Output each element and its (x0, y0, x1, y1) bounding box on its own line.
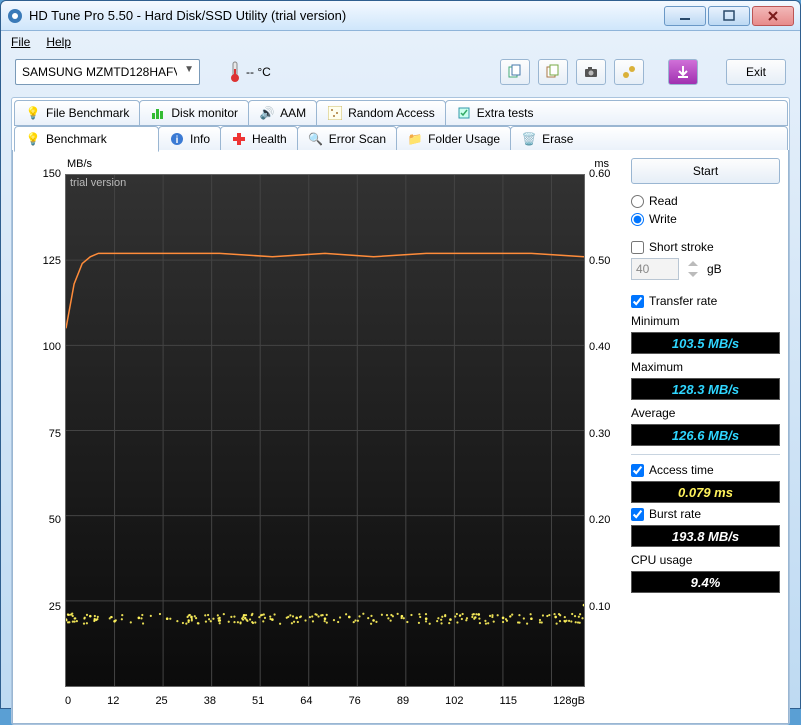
info-icon: i (169, 131, 185, 147)
menu-file[interactable]: File (11, 35, 30, 49)
average-value: 126.6 MB/s (631, 424, 780, 446)
thermometer-icon (228, 61, 242, 83)
tab-folder-usage[interactable]: 📁Folder Usage (396, 126, 511, 152)
y-ticks-right: 0.600.500.400.300.200.10 (589, 168, 621, 687)
maximum-label: Maximum (631, 360, 780, 374)
copy-screenshot-button[interactable] (538, 59, 568, 85)
tab-erase[interactable]: 🗑️Erase (510, 126, 788, 152)
plot-area: trial version (65, 174, 585, 687)
tab-aam[interactable]: 🔊AAM (248, 100, 317, 126)
tab-health[interactable]: Health (220, 126, 298, 152)
cpu-usage-value: 9.4% (631, 571, 780, 593)
burst-rate-value: 193.8 MB/s (631, 525, 780, 547)
trash-icon: 🗑️ (521, 131, 537, 147)
temperature-value: -- °C (246, 65, 271, 79)
average-label: Average (631, 406, 780, 420)
app-icon (7, 8, 23, 24)
short-stroke-label: Short stroke (649, 240, 714, 254)
access-time-checkbox[interactable] (631, 464, 644, 477)
benchmark-chart: MB/s ms 150125100755025 0.600.500.400.30… (21, 158, 621, 715)
tab-benchmark[interactable]: 💡Benchmark (14, 126, 159, 152)
start-button[interactable]: Start (631, 158, 780, 184)
stroke-unit: gB (707, 262, 722, 276)
burst-rate-checkbox[interactable] (631, 508, 644, 521)
tab-random-access[interactable]: Random Access (316, 100, 446, 126)
menu-help[interactable]: Help (46, 35, 71, 49)
close-button[interactable] (752, 6, 794, 26)
screenshot-button[interactable] (576, 59, 606, 85)
tab-file-benchmark[interactable]: 💡File Benchmark (14, 100, 140, 126)
short-stroke-value (631, 258, 679, 280)
tab-info[interactable]: iInfo (158, 126, 221, 152)
speaker-icon: 🔊 (259, 105, 275, 121)
write-label: Write (649, 212, 677, 226)
short-stroke-checkbox[interactable] (631, 241, 644, 254)
maximize-button[interactable] (708, 6, 750, 26)
maximum-value: 128.3 MB/s (631, 378, 780, 400)
y-ticks-left: 150125100755025 (31, 168, 61, 687)
bulb-icon: 💡 (25, 105, 41, 121)
x-ticks: 012253851647689102115128gB (65, 695, 585, 707)
health-cross-icon (231, 131, 247, 147)
window-title: HD Tune Pro 5.50 - Hard Disk/SSD Utility… (29, 8, 664, 23)
y-axis-left-label: MB/s (67, 158, 92, 170)
tab-disk-monitor[interactable]: Disk monitor (139, 100, 249, 126)
minimize-button[interactable] (664, 6, 706, 26)
tab-error-scan[interactable]: 🔍Error Scan (297, 126, 397, 152)
magnifier-icon: 🔍 (308, 131, 324, 147)
tab-extra-tests[interactable]: Extra tests (445, 100, 788, 126)
settings-button[interactable] (614, 59, 644, 85)
transfer-rate-checkbox[interactable] (631, 295, 644, 308)
read-label: Read (649, 194, 678, 208)
minimum-label: Minimum (631, 314, 780, 328)
burst-rate-label: Burst rate (649, 507, 701, 521)
watermark-text: trial version (70, 177, 126, 189)
copy-info-button[interactable] (500, 59, 530, 85)
drive-select[interactable] (15, 59, 200, 85)
svg-text:i: i (176, 135, 179, 146)
drive-select-value[interactable] (15, 59, 200, 85)
spinner-icons[interactable] (685, 258, 701, 280)
read-radio[interactable] (631, 195, 644, 208)
write-radio[interactable] (631, 213, 644, 226)
transfer-rate-label: Transfer rate (649, 294, 717, 308)
folder-icon: 📁 (407, 131, 423, 147)
random-icon (327, 105, 343, 121)
bulb-yellow-icon: 💡 (25, 131, 41, 147)
cpu-usage-label: CPU usage (631, 553, 780, 567)
minimum-value: 103.5 MB/s (631, 332, 780, 354)
access-time-label: Access time (649, 463, 714, 477)
exit-button[interactable]: Exit (726, 59, 786, 85)
access-time-value: 0.079 ms (631, 481, 780, 503)
extra-icon (456, 105, 472, 121)
save-button[interactable] (668, 59, 698, 85)
monitor-icon (150, 105, 166, 121)
